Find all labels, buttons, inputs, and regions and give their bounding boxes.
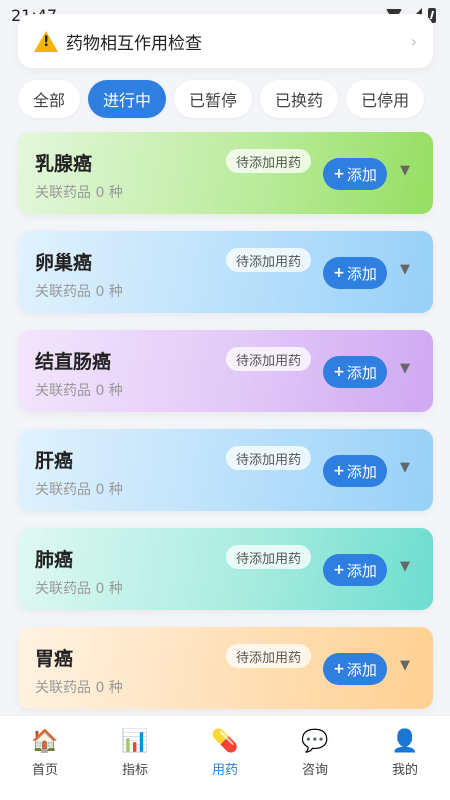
condition-title: 肝癌 <box>35 450 74 472</box>
nav-label: 咨询 <box>301 763 328 778</box>
status-filter-tabs: 全部 进行中 已暂停 已换药 已停用 <box>18 80 425 118</box>
add-button-label: 添加 <box>346 165 377 184</box>
nav-indicators[interactable]: 📊 指标 <box>90 716 180 800</box>
chevron-down-icon[interactable]: ▼ <box>400 460 410 475</box>
linked-drug-count: 关联药品 0 种 <box>35 383 123 399</box>
condition-title: 乳腺癌 <box>35 153 93 175</box>
condition-title: 卵巢癌 <box>35 252 93 274</box>
filter-stopped[interactable]: 已停用 <box>346 80 425 118</box>
filter-paused[interactable]: 已暂停 <box>174 80 253 118</box>
linked-drug-count: 关联药品 0 种 <box>35 482 123 498</box>
condition-title: 肺癌 <box>35 549 74 571</box>
pending-badge: 待添加用药 <box>226 545 312 569</box>
nav-label: 我的 <box>391 763 418 778</box>
filter-in-progress[interactable]: 进行中 <box>88 80 167 118</box>
pending-badge: 待添加用药 <box>226 347 312 371</box>
plus-icon: + <box>333 364 345 380</box>
chat-icon: 💬 <box>301 729 329 754</box>
add-medication-button[interactable]: + 添加 <box>323 356 387 388</box>
condition-card[interactable]: 肺癌 关联药品 0 种 待添加用药 + 添加 ▼ <box>18 528 433 610</box>
pending-badge: 待添加用药 <box>226 644 312 668</box>
add-medication-button[interactable]: + 添加 <box>323 257 387 289</box>
chevron-down-icon[interactable]: ▼ <box>400 361 410 376</box>
filter-all[interactable]: 全部 <box>18 80 81 118</box>
nav-profile[interactable]: 👤 我的 <box>360 716 450 800</box>
add-medication-button[interactable]: + 添加 <box>323 158 387 190</box>
nav-label: 指标 <box>121 763 148 778</box>
add-medication-button[interactable]: + 添加 <box>323 554 387 586</box>
condition-card[interactable]: 结直肠癌 关联药品 0 种 待添加用药 + 添加 ▼ <box>18 330 433 412</box>
chevron-down-icon[interactable]: ▼ <box>400 559 410 574</box>
linked-drug-count: 关联药品 0 种 <box>35 581 123 597</box>
chevron-down-icon[interactable]: ▼ <box>400 163 410 178</box>
nav-label: 首页 <box>31 763 58 778</box>
nav-label: 用药 <box>211 763 238 778</box>
interaction-check-bar[interactable]: ! 药物相互作用检查 › <box>18 14 433 68</box>
pending-badge: 待添加用药 <box>226 446 312 470</box>
condition-card[interactable]: 肝癌 关联药品 0 种 待添加用药 + 添加 ▼ <box>18 429 433 511</box>
add-medication-button[interactable]: + 添加 <box>323 455 387 487</box>
condition-card[interactable]: 胃癌 关联药品 0 种 待添加用药 + 添加 ▼ <box>18 627 433 709</box>
plus-icon: + <box>333 265 345 281</box>
warning-icon: ! <box>34 30 58 52</box>
linked-drug-count: 关联药品 0 种 <box>35 185 123 201</box>
add-button-label: 添加 <box>346 561 377 580</box>
home-icon: 🏠 <box>31 729 59 754</box>
condition-title: 结直肠癌 <box>35 351 112 373</box>
plus-icon: + <box>333 661 345 677</box>
add-button-label: 添加 <box>346 264 377 283</box>
condition-card[interactable]: 乳腺癌 关联药品 0 种 待添加用药 + 添加 ▼ <box>18 132 433 214</box>
interaction-check-label: 药物相互作用检查 <box>66 33 202 54</box>
pill-icon: 💊 <box>211 729 239 754</box>
bottom-nav: 🏠 首页 📊 指标 💊 用药 💬 咨询 👤 我的 <box>0 715 450 800</box>
linked-drug-count: 关联药品 0 种 <box>35 680 123 696</box>
nav-medication[interactable]: 💊 用药 <box>180 716 270 800</box>
plus-icon: + <box>333 562 345 578</box>
chevron-down-icon[interactable]: ▼ <box>400 658 410 673</box>
chevron-right-icon: › <box>410 31 417 51</box>
add-button-label: 添加 <box>346 660 377 679</box>
nav-consult[interactable]: 💬 咨询 <box>270 716 360 800</box>
plus-icon: + <box>333 463 345 479</box>
plus-icon: + <box>333 166 345 182</box>
pending-badge: 待添加用药 <box>226 248 312 272</box>
condition-card[interactable]: 卵巢癌 关联药品 0 种 待添加用药 + 添加 ▼ <box>18 231 433 313</box>
profile-icon: 👤 <box>391 729 419 754</box>
add-button-label: 添加 <box>346 363 377 382</box>
linked-drug-count: 关联药品 0 种 <box>35 284 123 300</box>
nav-home[interactable]: 🏠 首页 <box>0 716 90 800</box>
filter-switched[interactable]: 已换药 <box>260 80 339 118</box>
pending-badge: 待添加用药 <box>226 149 312 173</box>
condition-title: 胃癌 <box>35 648 74 670</box>
chevron-down-icon[interactable]: ▼ <box>400 262 410 277</box>
add-button-label: 添加 <box>346 462 377 481</box>
add-medication-button[interactable]: + 添加 <box>323 653 387 685</box>
chart-icon: 📊 <box>121 729 149 754</box>
